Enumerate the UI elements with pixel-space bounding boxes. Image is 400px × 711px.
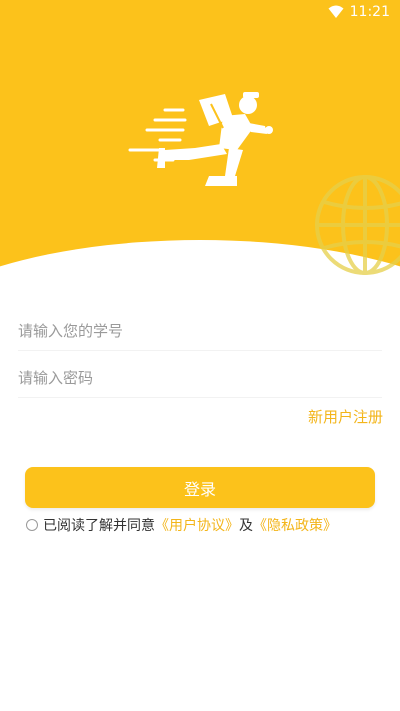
password-input[interactable] bbox=[18, 358, 382, 398]
login-button[interactable]: 登录 bbox=[25, 467, 375, 508]
agreement-and: 及 bbox=[239, 518, 253, 534]
header-banner: 11:21 bbox=[0, 0, 400, 300]
delivery-runner-icon bbox=[128, 92, 273, 186]
user-agreement-link[interactable]: 《用户协议》 bbox=[155, 515, 239, 535]
status-time: 11:21 bbox=[349, 4, 390, 20]
register-link[interactable]: 新用户注册 bbox=[308, 406, 383, 427]
agreement-prefix: 已阅读了解并同意 bbox=[43, 518, 155, 534]
status-bar: 11:21 bbox=[0, 0, 400, 24]
agreement-row: 已阅读了解并同意 《用户协议》 及 《隐私政策》 bbox=[26, 515, 337, 535]
wifi-icon bbox=[328, 5, 344, 18]
globe-icon bbox=[315, 175, 400, 275]
agreement-checkbox[interactable] bbox=[26, 519, 38, 531]
student-id-input[interactable] bbox=[18, 311, 382, 351]
privacy-policy-link[interactable]: 《隐私政策》 bbox=[253, 515, 337, 535]
